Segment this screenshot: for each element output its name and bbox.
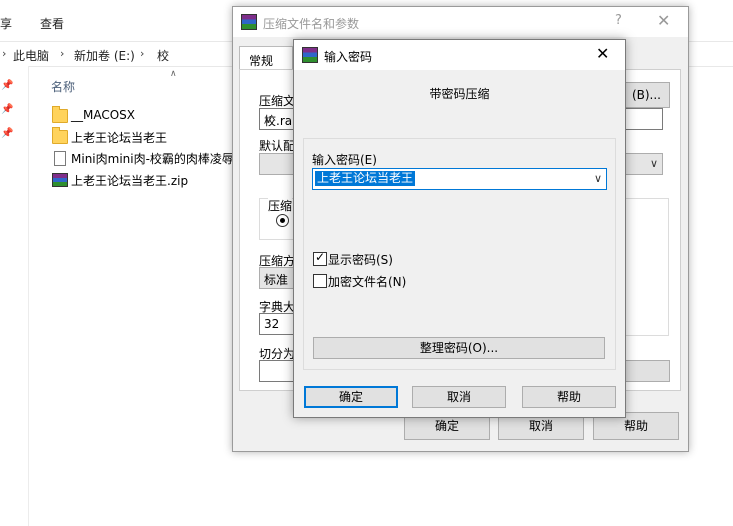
dialog-title: 输入密码 bbox=[324, 50, 373, 64]
help-icon[interactable]: ? bbox=[615, 13, 622, 28]
file-item[interactable]: Mini肉mini肉-校霸的肉棒凌辱 bbox=[52, 149, 252, 169]
cancel-button[interactable]: 取消 bbox=[412, 386, 506, 408]
breadcrumb-this-pc[interactable]: 此电脑 bbox=[13, 47, 49, 64]
sort-ascending-icon: ∧ bbox=[170, 69, 177, 79]
browse-button-label: (B)... bbox=[631, 88, 661, 102]
ribbon-tab-view[interactable]: 查看 bbox=[40, 15, 64, 32]
pin-icon[interactable]: 📌 bbox=[1, 128, 13, 139]
pin-icon[interactable]: 📌 bbox=[1, 80, 13, 91]
breadcrumb-folder[interactable]: 校 bbox=[157, 47, 169, 64]
folder-icon bbox=[52, 127, 68, 144]
file-name: 上老王论坛当老王 bbox=[71, 131, 168, 145]
dialog-subtitle: 带密码压缩 bbox=[429, 87, 490, 101]
show-password-checkbox[interactable]: ✓ bbox=[313, 250, 327, 266]
file-item[interactable]: 上老王论坛当老王.zip bbox=[52, 171, 252, 191]
encrypt-filenames-checkbox[interactable] bbox=[313, 274, 327, 288]
method-value: 标准 bbox=[264, 273, 289, 287]
dictionary-value: 32 bbox=[264, 317, 280, 331]
default-profile-label: 默认配 bbox=[259, 139, 296, 153]
close-icon[interactable]: ✕ bbox=[657, 11, 670, 30]
archive-name-label: 压缩文 bbox=[259, 94, 296, 108]
show-password-label[interactable]: 显示密码(S) bbox=[328, 251, 393, 268]
file-name: __MACOSX bbox=[71, 108, 136, 122]
dialog-title: 压缩文件名和参数 bbox=[263, 17, 360, 31]
tab-general-label: 常规 bbox=[249, 54, 274, 68]
dialog-titlebar[interactable]: 输入密码 ✕ bbox=[294, 40, 625, 70]
organize-passwords-button[interactable]: 整理密码(O)... bbox=[313, 337, 605, 359]
radio-button[interactable] bbox=[276, 214, 289, 227]
encrypt-filenames-label[interactable]: 加密文件名(N) bbox=[328, 273, 406, 290]
winrar-app-icon bbox=[241, 14, 257, 30]
file-item[interactable]: 上老王论坛当老王 bbox=[52, 127, 252, 148]
file-item[interactable]: __MACOSX bbox=[52, 106, 252, 127]
dialog-titlebar[interactable]: 压缩文件名和参数 ? ✕ bbox=[233, 7, 688, 37]
breadcrumb-separator-icon: › bbox=[2, 47, 7, 60]
navigation-pane[interactable]: 📌 📌 📌 bbox=[0, 66, 29, 526]
checkmark-icon: ✓ bbox=[315, 250, 326, 264]
column-header-name[interactable]: 名称 bbox=[51, 78, 75, 95]
password-dialog: 输入密码 ✕ 带密码压缩 输入密码(E) 上老王论坛当老王 ∨ ✓ 显示密码(S… bbox=[293, 39, 626, 418]
file-name: 上老王论坛当老王.zip bbox=[71, 174, 189, 188]
password-combo[interactable]: 上老王论坛当老王 ∨ bbox=[312, 168, 607, 190]
tab-general[interactable]: 常规 bbox=[239, 46, 293, 71]
password-label: 输入密码(E) bbox=[312, 153, 377, 167]
pin-icon[interactable]: 📌 bbox=[1, 104, 13, 115]
close-icon[interactable]: ✕ bbox=[596, 44, 609, 63]
breadcrumb-drive[interactable]: 新加卷 (E:) bbox=[74, 47, 135, 64]
ok-button[interactable]: 确定 bbox=[304, 386, 398, 408]
compression-group-label: 压缩 bbox=[268, 197, 293, 214]
chevron-down-icon[interactable]: ∨ bbox=[594, 172, 602, 185]
breadcrumb-separator-icon: › bbox=[140, 47, 145, 60]
chevron-down-icon[interactable]: ∨ bbox=[650, 157, 658, 170]
winrar-app-icon bbox=[302, 47, 318, 63]
password-value[interactable]: 上老王论坛当老王 bbox=[315, 171, 416, 186]
winrar-archive-icon bbox=[52, 173, 68, 187]
folder-icon bbox=[52, 106, 68, 123]
file-name: Mini肉mini肉-校霸的肉棒凌辱 bbox=[71, 152, 234, 166]
help-button[interactable]: 帮助 bbox=[522, 386, 616, 408]
ribbon-tab-share[interactable]: 享 bbox=[0, 15, 12, 32]
document-icon bbox=[54, 151, 66, 166]
breadcrumb-separator-icon: › bbox=[60, 47, 65, 60]
radio-dot-icon bbox=[280, 218, 285, 223]
